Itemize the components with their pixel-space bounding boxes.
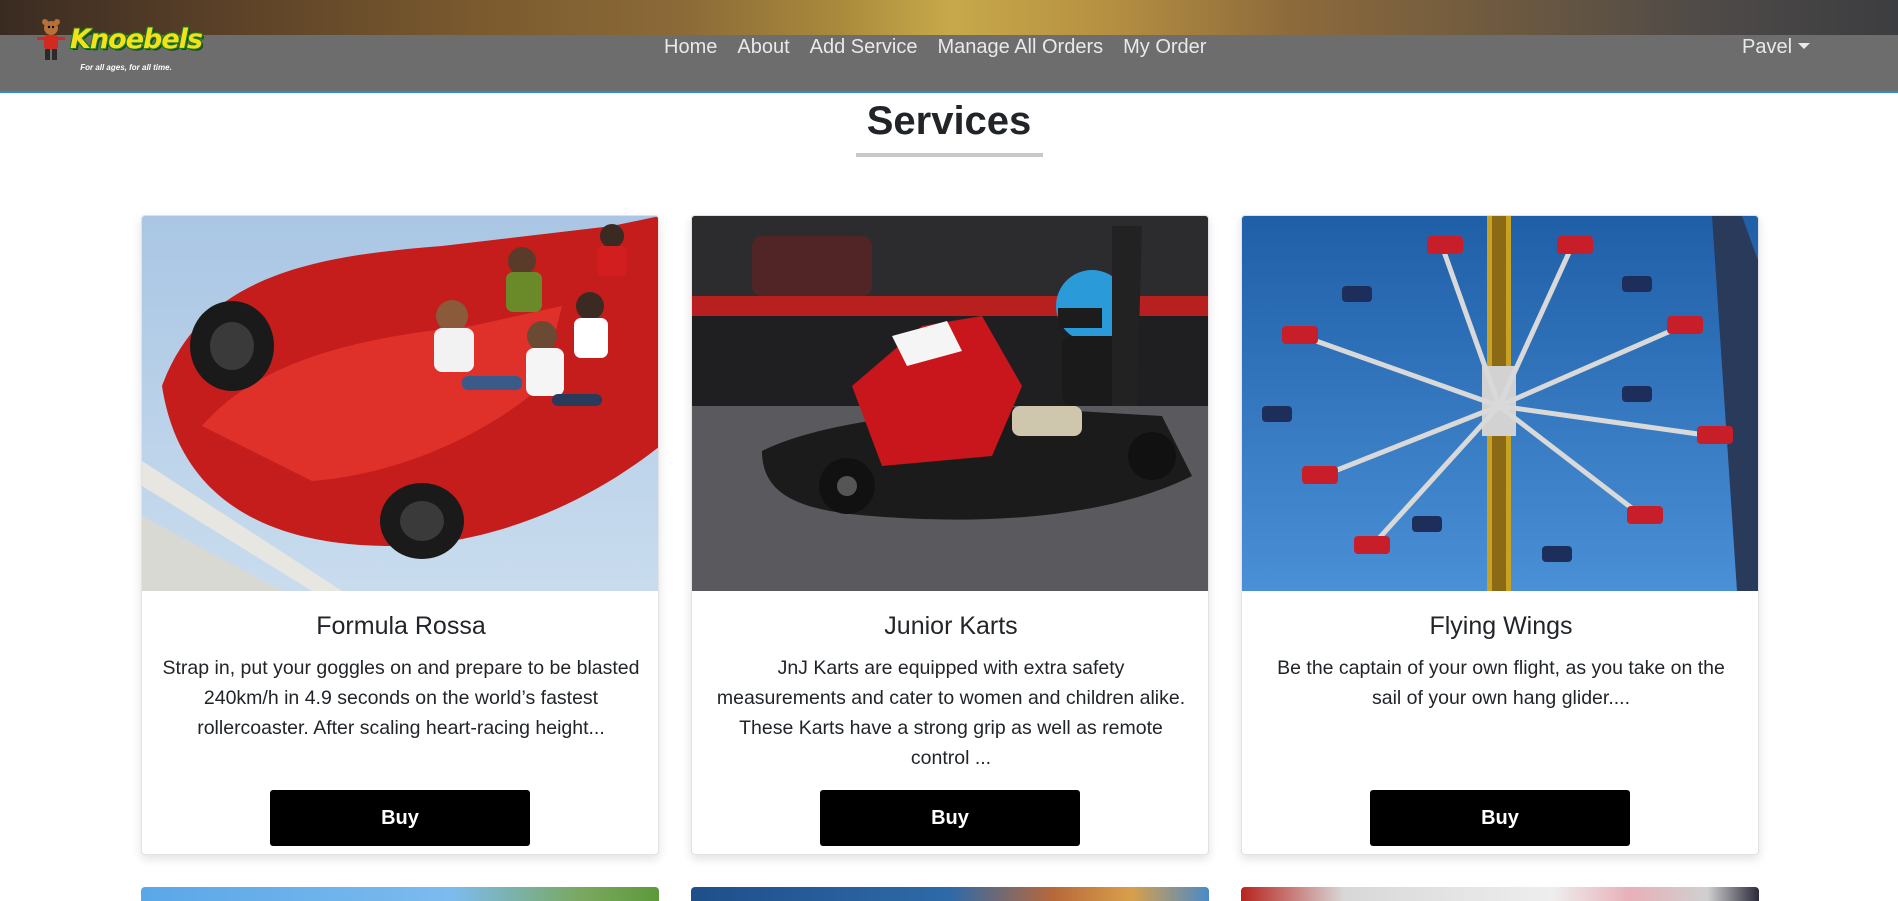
nav-about-link[interactable]: About bbox=[727, 35, 799, 59]
service-description: Strap in, put your goggles on and prepar… bbox=[162, 657, 640, 739]
brand-tagline: For all ages, for all time. bbox=[80, 63, 172, 72]
navbar-accent-line bbox=[0, 91, 1898, 93]
user-name: Pavel bbox=[1742, 36, 1793, 58]
service-image bbox=[692, 216, 1208, 591]
service-description: JnJ Karts are equipped with extra safety… bbox=[716, 657, 1186, 769]
service-card-image-partial bbox=[1241, 887, 1759, 901]
service-image bbox=[142, 216, 658, 591]
service-description: Be the captain of your own flight, as yo… bbox=[1277, 657, 1725, 709]
buy-button[interactable]: Buy bbox=[820, 790, 1080, 846]
page-title: Services bbox=[866, 99, 1032, 143]
service-card: Flying Wings Be the captain of your own … bbox=[1241, 215, 1759, 855]
nav-add-service-link[interactable]: Add Service bbox=[800, 35, 928, 59]
service-image bbox=[1242, 216, 1758, 591]
service-title: Flying Wings bbox=[1429, 612, 1573, 640]
service-card: Formula Rossa Strap in, put your goggles… bbox=[141, 215, 659, 855]
nav-manage-orders-link[interactable]: Manage All Orders bbox=[927, 35, 1113, 59]
header-banner-image bbox=[0, 0, 1898, 35]
service-title: Junior Karts bbox=[884, 612, 1018, 640]
main-nav: Home About Add Service Manage All Orders… bbox=[654, 35, 1216, 59]
nav-my-order-link[interactable]: My Order bbox=[1113, 35, 1216, 59]
buy-button[interactable]: Buy bbox=[270, 790, 530, 846]
buy-button[interactable]: Buy bbox=[1370, 790, 1630, 846]
brand-wordmark: Knoebels bbox=[70, 24, 203, 55]
nav-home-link[interactable]: Home bbox=[654, 35, 727, 59]
brand-logo[interactable]: Knoebels For all ages, for all time. bbox=[34, 14, 203, 74]
service-card-image-partial bbox=[691, 887, 1209, 901]
service-title: Formula Rossa bbox=[316, 612, 486, 640]
title-underline bbox=[856, 153, 1043, 157]
caret-down-icon bbox=[1798, 43, 1811, 49]
service-card-image-partial bbox=[141, 887, 659, 901]
mascot-icon bbox=[37, 19, 65, 60]
user-dropdown[interactable]: Pavel bbox=[1742, 35, 1811, 59]
service-card: Junior Karts JnJ Karts are equipped with… bbox=[691, 215, 1209, 855]
